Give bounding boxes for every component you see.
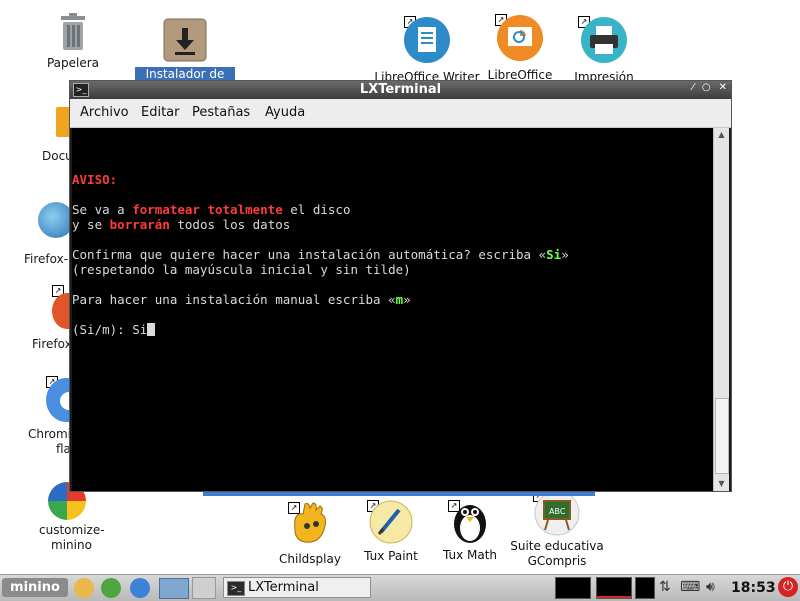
desktop-icon-label: Suite educativa <box>510 539 604 553</box>
desktop-icon-label: Tux Math <box>442 548 498 562</box>
impress-presentation-icon <box>496 14 544 62</box>
desktop-icon-print[interactable]: Impresión <box>554 16 654 84</box>
desktop-icon-customize-minino[interactable]: customize- minino <box>30 482 110 554</box>
desktop-icon-firefox-2[interactable]: Firefox <box>30 285 82 355</box>
background-window-edge <box>203 492 595 496</box>
clock[interactable]: 18:53 <box>731 580 776 596</box>
more-apps-icon[interactable] <box>130 578 150 598</box>
taskbar-task-lxterminal[interactable]: >_ LXTerminal <box>223 577 371 598</box>
desktop-icon-tuxmath[interactable]: Tux Math <box>420 498 520 563</box>
desktop-icon-label: customize- <box>39 523 105 537</box>
terminal-text: Se va a <box>72 202 133 217</box>
desktop-icon-installer[interactable]: Instalador de <box>135 18 235 82</box>
net-monitor <box>635 577 655 599</box>
printer-icon <box>580 16 628 64</box>
desktop-icon-label: GCompris <box>527 554 587 568</box>
menu-pestanas[interactable]: Pestañas <box>192 105 250 120</box>
gcompris-blackboard-icon: ABC <box>534 490 580 536</box>
minimize-icon[interactable]: ⁄ <box>692 82 694 93</box>
show-desktop-icon[interactable] <box>159 578 189 599</box>
desktop-icon-documents[interactable]: Docu <box>40 105 73 165</box>
lxterminal-window[interactable]: >_ LXTerminal ⁄ ○ ✕ Archivo Editar Pestaña… <box>69 80 732 492</box>
terminal-text: el disco <box>282 202 351 217</box>
desktop-icon-chromium[interactable]: Chromi fla <box>26 374 86 458</box>
desktop-icon-gcompris[interactable]: ABC Suite educativa GCompris <box>507 490 607 569</box>
text-cursor <box>147 323 156 336</box>
menu-ayuda[interactable]: Ayuda <box>265 105 305 120</box>
desktop-icon-label: minino <box>51 538 92 552</box>
menu-editar[interactable]: Editar <box>141 105 180 120</box>
desktop-icon-trash[interactable]: Papelera <box>23 12 123 71</box>
svg-text:ABC: ABC <box>549 507 566 516</box>
desktop-icon-label: Chromi <box>28 427 72 441</box>
network-icon[interactable]: ⇅ <box>659 579 671 595</box>
terminal-prompt: (Si/m): Si <box>72 322 148 337</box>
tuxpaint-icon <box>367 498 415 544</box>
desktop-icon-label: Papelera <box>46 56 100 70</box>
terminal-text: y se <box>72 217 110 232</box>
menu-archivo[interactable]: Archivo <box>80 105 129 120</box>
childsplay-hand-icon <box>287 500 333 546</box>
terminal-text: » <box>403 292 411 307</box>
writer-document-icon <box>403 16 451 64</box>
scrollbar-thumb[interactable] <box>715 398 729 474</box>
terminal-scrollbar[interactable]: ▲ ▼ <box>713 128 729 491</box>
file-manager-icon[interactable] <box>74 578 94 598</box>
trash-icon <box>56 12 90 52</box>
terminal-text-emph: borrarán <box>109 217 170 232</box>
task-label: LXTerminal <box>248 580 319 595</box>
terminal-text: todos los datos <box>169 217 291 232</box>
scroll-down-icon[interactable]: ▼ <box>714 477 729 491</box>
terminal-text: » <box>561 247 569 262</box>
window-titlebar[interactable]: >_ LXTerminal ⁄ ○ ✕ <box>70 81 731 99</box>
memory-monitor <box>596 577 632 599</box>
terminal-text-highlight: Si <box>546 247 562 262</box>
taskbar: minino >_ LXTerminal ⇅ ⌨ 🔊︎ 18:53 ⏻ <box>0 574 800 601</box>
volume-icon[interactable]: 🔊︎ <box>706 579 715 595</box>
terminal-icon: >_ <box>227 581 245 596</box>
close-icon[interactable]: ✕ <box>719 82 727 93</box>
keyboard-icon[interactable]: ⌨ <box>680 579 700 595</box>
browser-icon[interactable] <box>101 578 121 598</box>
desktop-icon-firefox[interactable]: Firefox- <box>24 200 74 270</box>
terminal-text: Confirma que quiere hacer una instalació… <box>72 247 547 262</box>
cpu-monitor <box>555 577 591 599</box>
desktop-icon-label: Firefox- <box>24 252 69 266</box>
terminal-screen[interactable]: AVISO: Se va a formatear totalmente el d… <box>72 128 715 491</box>
desktop-icon-label: Firefox <box>32 337 72 351</box>
start-menu-button[interactable]: minino <box>2 578 68 597</box>
desktop-icon-libreoffice-writer[interactable]: LibreOffice Writer <box>374 16 480 84</box>
menu-bar: Archivo Editar Pestañas Ayuda <box>70 99 731 128</box>
installer-download-icon <box>163 18 207 62</box>
folder-icon <box>56 107 70 137</box>
taskbar-separator <box>192 577 216 599</box>
scroll-up-icon[interactable]: ▲ <box>714 128 729 142</box>
tux-penguin-icon <box>447 498 493 544</box>
terminal-text: Para hacer una instalación manual escrib… <box>72 292 396 307</box>
terminal-text-highlight: m <box>395 292 404 307</box>
terminal-text-emph: formatear totalmente <box>132 202 283 217</box>
terminal-text: (respetando la mayúscula inicial y sin t… <box>72 262 411 277</box>
warning-label: AVISO: <box>72 172 118 187</box>
window-title: LXTerminal <box>359 82 442 97</box>
maximize-icon[interactable]: ○ <box>702 82 711 93</box>
power-icon[interactable]: ⏻ <box>778 577 798 597</box>
